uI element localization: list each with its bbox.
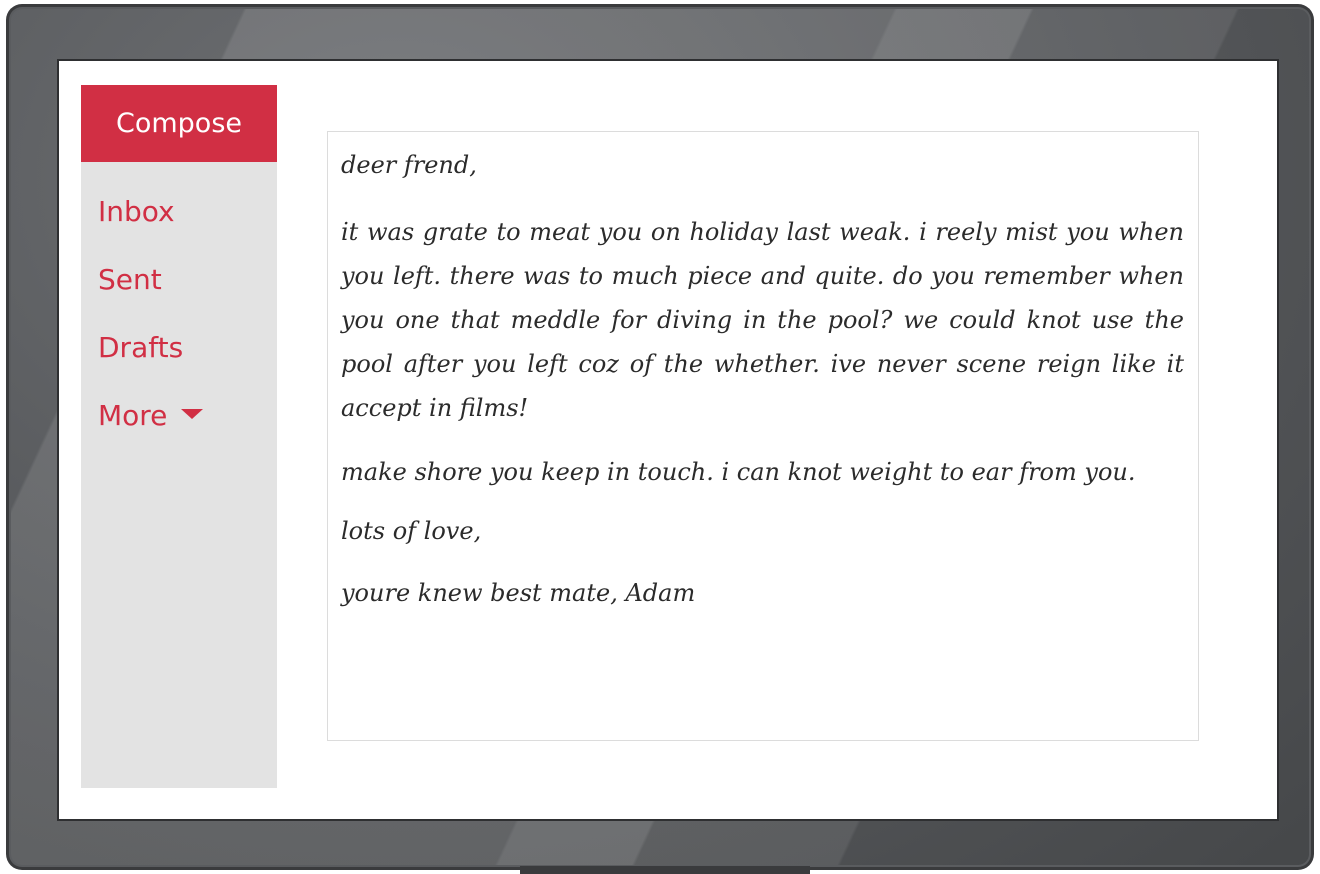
- sidebar-item-sent[interactable]: Sent: [98, 263, 203, 331]
- message-paragraph: make shore you keep in touch. i can knot…: [341, 458, 1136, 486]
- sidebar-item-label: Inbox: [98, 195, 175, 228]
- message-greeting: deer frend,: [341, 151, 477, 179]
- caret-down-icon: [181, 409, 204, 419]
- sidebar-item-label: Drafts: [98, 331, 184, 364]
- mail-sidebar: Compose Inbox Sent Drafts More: [81, 85, 277, 788]
- sidebar-item-inbox[interactable]: Inbox: [98, 195, 203, 263]
- mail-nav: Inbox Sent Drafts More: [98, 195, 204, 467]
- sidebar-item-label: Sent: [98, 263, 162, 296]
- email-screen: Compose Inbox Sent Drafts More deer fren…: [59, 61, 1277, 819]
- compose-button[interactable]: Compose: [81, 85, 277, 162]
- message-paragraph: it was grate to meat you on holiday last…: [341, 218, 1184, 422]
- monitor-stand: [520, 866, 810, 874]
- message-signature: youre knew best mate, Adam: [341, 579, 696, 607]
- monitor-frame: Compose Inbox Sent Drafts More deer fren…: [6, 4, 1314, 870]
- sidebar-item-drafts[interactable]: Drafts: [98, 331, 203, 399]
- message-body[interactable]: deer frend, it was grate to meat you on …: [327, 131, 1199, 741]
- message-closing: lots of love,: [341, 517, 482, 545]
- sidebar-item-label: More: [98, 399, 168, 432]
- sidebar-item-more[interactable]: More: [98, 399, 204, 467]
